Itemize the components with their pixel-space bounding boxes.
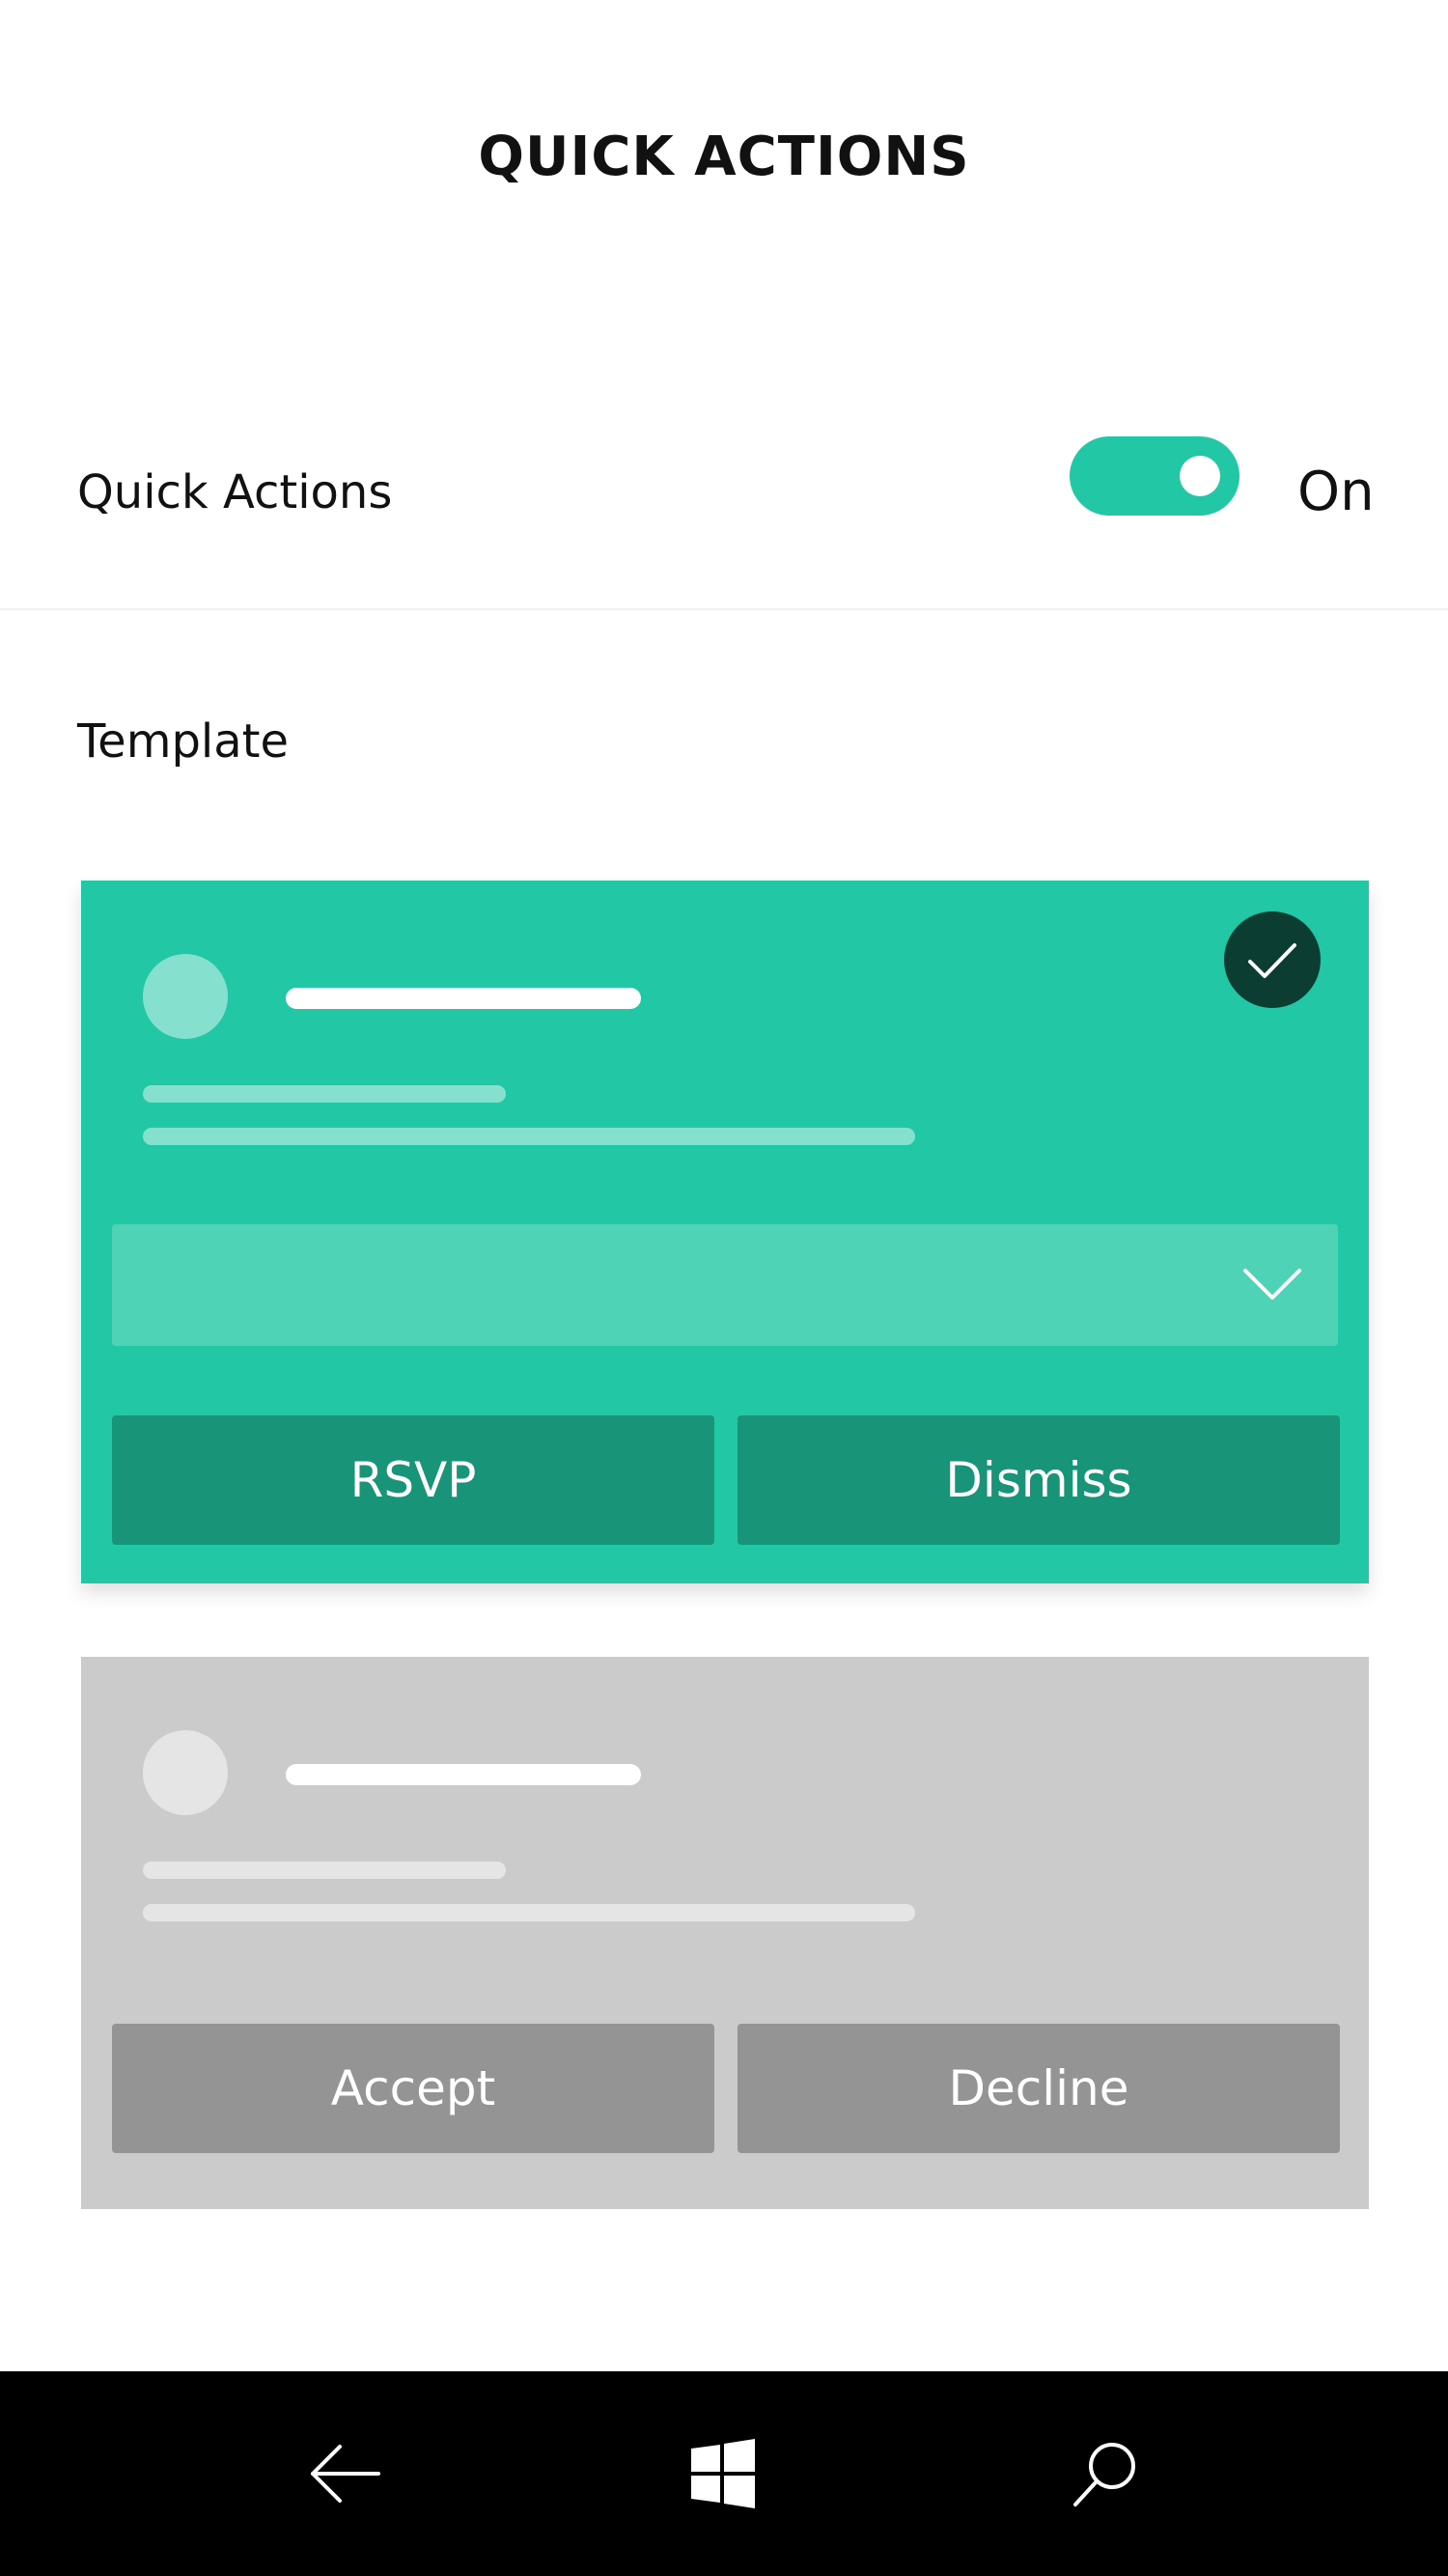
windows-logo-icon [691, 2439, 755, 2508]
template-dropdown[interactable] [112, 1224, 1338, 1346]
back-icon [311, 2445, 380, 2503]
rsvp-button[interactable]: RSVP [112, 1415, 714, 1545]
title-placeholder-line [286, 1764, 641, 1785]
text-placeholder-line [143, 1085, 506, 1103]
taskbar [0, 2371, 1448, 2576]
toggle-knob [1180, 456, 1220, 496]
quick-actions-row: Quick Actions On [0, 406, 1448, 610]
dismiss-button[interactable]: Dismiss [738, 1415, 1340, 1545]
search-icon [1073, 2443, 1135, 2506]
back-button[interactable] [268, 2371, 423, 2576]
template-card-accept-decline[interactable]: Accept Decline [81, 1657, 1369, 2209]
avatar-placeholder [143, 954, 228, 1039]
start-button[interactable] [647, 2371, 801, 2576]
search-button[interactable] [1029, 2371, 1183, 2576]
template-card-rsvp-dismiss[interactable]: RSVP Dismiss [81, 881, 1369, 1583]
chevron-down-icon [1241, 1265, 1303, 1307]
title-placeholder-line [286, 988, 641, 1009]
text-placeholder-line [143, 1904, 915, 1921]
accept-button[interactable]: Accept [112, 2024, 714, 2153]
avatar-placeholder [143, 1730, 228, 1815]
text-placeholder-line [143, 1128, 915, 1145]
text-placeholder-line [143, 1862, 506, 1879]
template-section-label: Template [77, 714, 290, 769]
decline-button[interactable]: Decline [738, 2024, 1340, 2153]
quick-actions-toggle[interactable] [1070, 436, 1239, 516]
selected-checkmark-icon [1224, 911, 1321, 1008]
quick-actions-label: Quick Actions [77, 465, 393, 519]
toggle-state-label: On [1297, 461, 1375, 523]
page-title: QUICK ACTIONS [478, 126, 970, 188]
